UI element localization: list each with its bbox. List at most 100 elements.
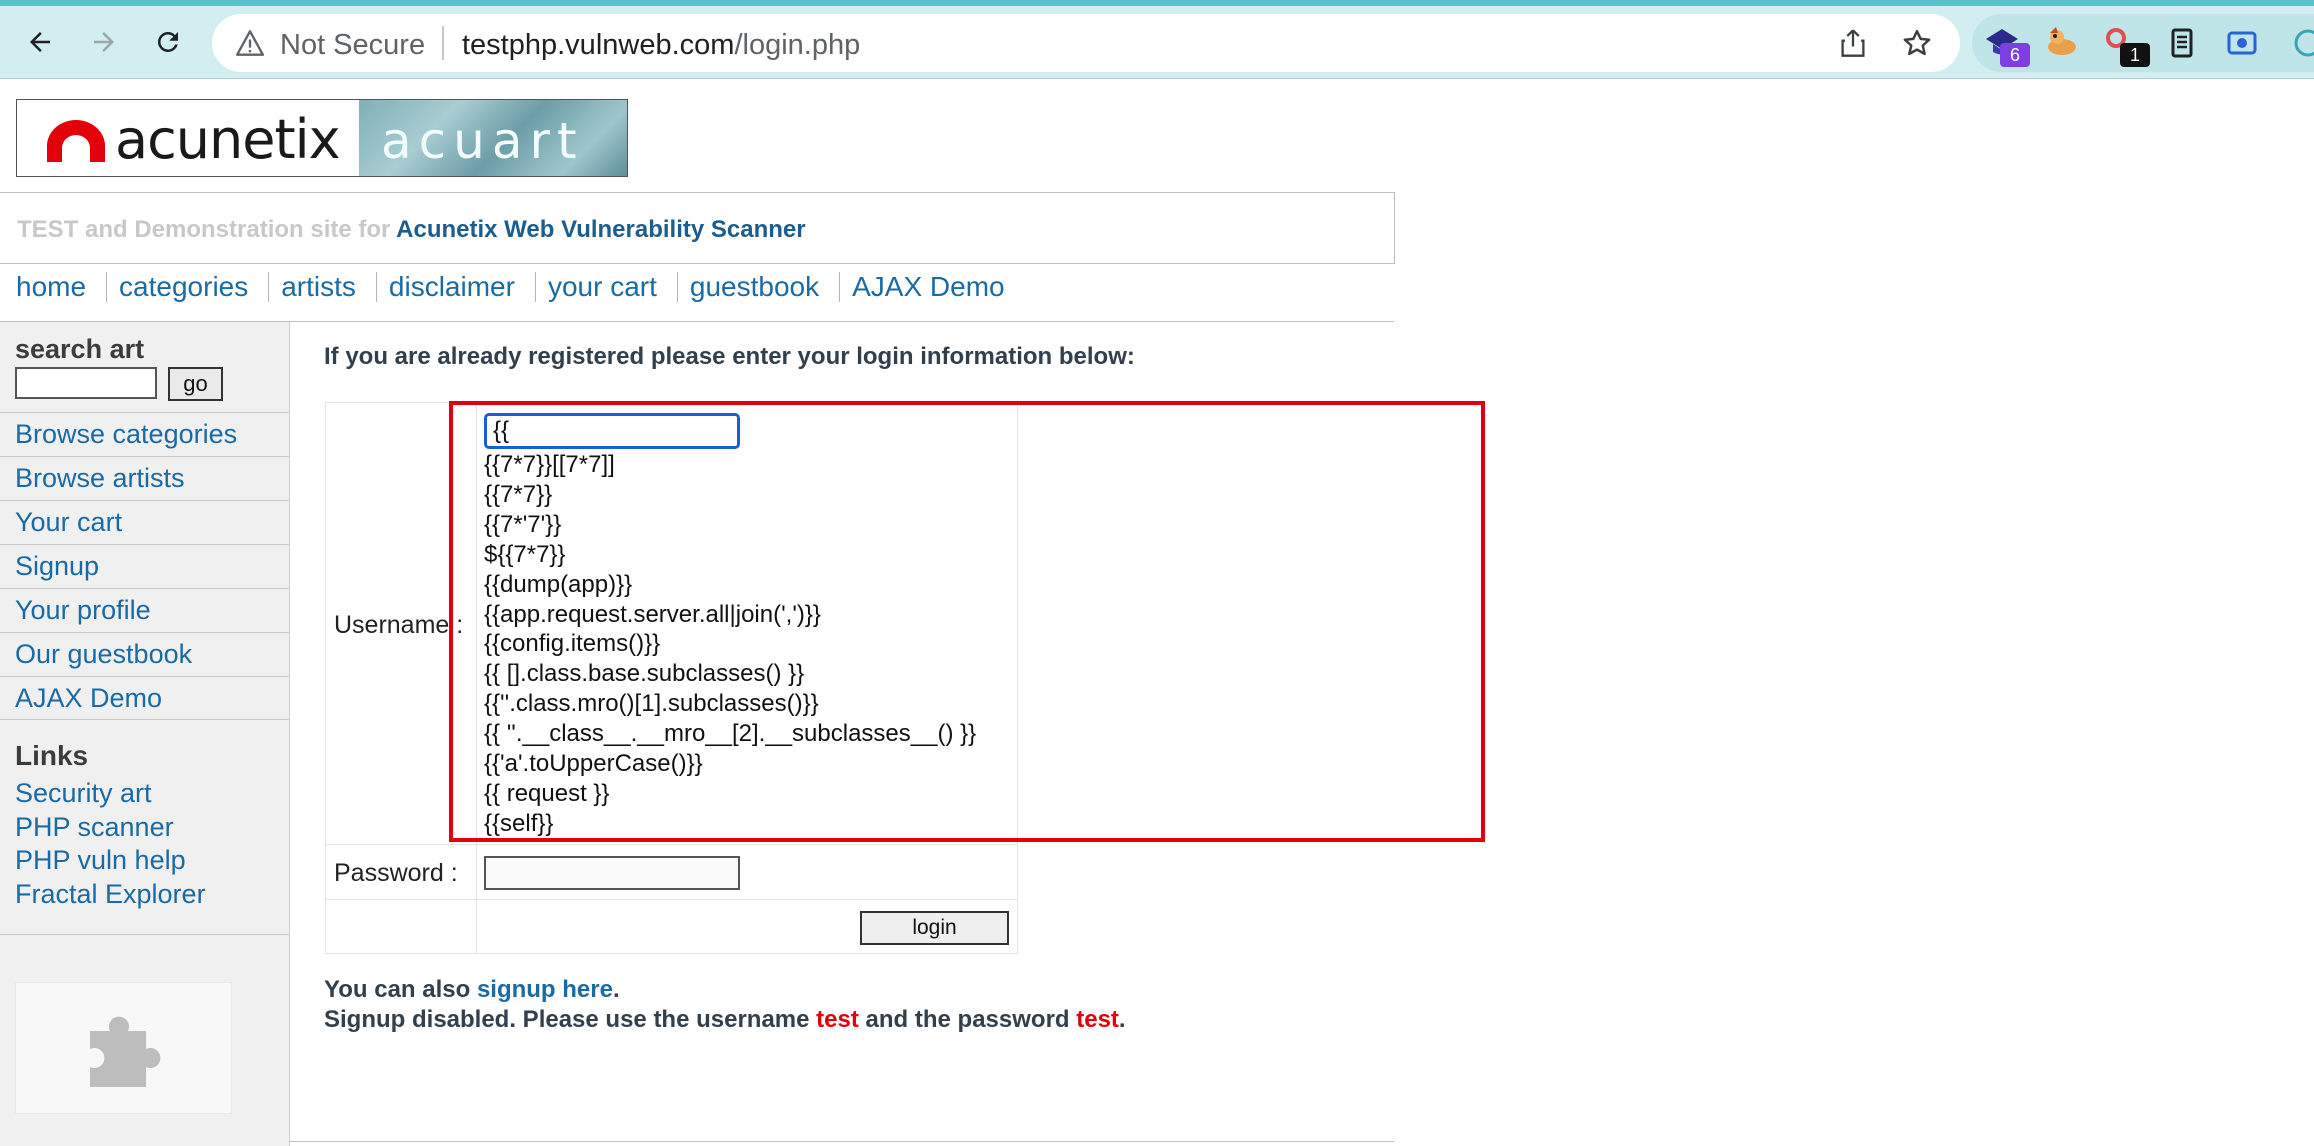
autocomplete-option[interactable]: {{'a'.toUpperCase()}} — [484, 749, 976, 779]
links-heading: Links — [15, 740, 89, 771]
nav-disclaimer[interactable]: disclaimer — [389, 271, 515, 303]
search-label: search art — [15, 334, 145, 364]
url-host: testphp.vulnweb.com — [462, 29, 735, 61]
tagline-bar: TEST and Demonstration site for Acunetix… — [0, 192, 1395, 264]
link-security-art[interactable]: Security art — [15, 777, 206, 811]
bookmark-star-icon[interactable] — [1898, 24, 1936, 62]
nav-separator — [375, 272, 377, 302]
nav-separator — [268, 272, 270, 302]
dragon-extension-icon[interactable] — [2042, 23, 2082, 63]
browser-toolbar: Not Secure testphp.vulnweb.com/login.php… — [0, 6, 2314, 79]
autocomplete-option[interactable]: {{self}} — [484, 809, 976, 839]
reload-button[interactable] — [146, 20, 190, 64]
acunetix-logo: acunetix — [17, 100, 359, 176]
search-input[interactable] — [15, 367, 157, 399]
url-path: /login.php — [734, 29, 861, 61]
autocomplete-option[interactable]: {{7*7}}[[7*7]] — [484, 450, 976, 480]
signup-line: You can also signup here. — [324, 976, 620, 1004]
login-button[interactable]: login — [860, 911, 1009, 945]
nav-separator — [534, 272, 536, 302]
links-list: Security art PHP scanner PHP vuln help F… — [15, 777, 206, 911]
autocomplete-option[interactable]: {{config.items()}} — [484, 629, 976, 659]
disabled-middle: and the password — [858, 1006, 1077, 1033]
footer-divider — [289, 1141, 1394, 1142]
signup-prefix: You can also — [324, 976, 477, 1003]
address-separator — [442, 26, 444, 60]
link-php-vuln-help[interactable]: PHP vuln help — [15, 844, 206, 878]
autocomplete-option[interactable]: {{app.request.server.all|join(',')}} — [484, 600, 976, 630]
reader-extension-icon[interactable] — [2162, 23, 2202, 63]
graduation-cap-extension-icon[interactable]: 6 — [1982, 23, 2030, 67]
partial-extension-icon[interactable] — [2288, 23, 2314, 63]
tagline-prefix: TEST and Demonstration site for — [17, 216, 397, 243]
nav-separator — [839, 272, 841, 302]
link-fractal-explorer[interactable]: Fractal Explorer — [15, 878, 206, 912]
autocomplete-option[interactable]: {{''.class.mro()[1].subclasses()}} — [484, 689, 976, 719]
sidebar-divider — [0, 934, 289, 935]
share-icon[interactable] — [1834, 24, 1872, 62]
autocomplete-option[interactable]: {{7*7}} — [484, 480, 976, 510]
autocomplete-option[interactable]: {{ request }} — [484, 779, 976, 809]
signup-suffix: . — [612, 976, 620, 1003]
username-input[interactable] — [484, 413, 740, 449]
back-button[interactable] — [18, 20, 62, 64]
nav-separator — [676, 272, 678, 302]
sidebar: search art go Browse categories Browse a… — [0, 322, 290, 1146]
nav-ajax-demo[interactable]: AJAX Demo — [852, 271, 1005, 303]
forward-arrow-icon — [94, 32, 114, 52]
password-input[interactable] — [484, 856, 740, 890]
form-row-divider — [326, 899, 1017, 900]
disabled-prefix: Signup disabled. Please use the username — [324, 1006, 817, 1033]
extension-badge: 1 — [2120, 43, 2150, 67]
sidebar-menu: Browse categories Browse artists Your ca… — [0, 412, 289, 720]
extension-badge: 6 — [2000, 43, 2030, 67]
nav-categories[interactable]: categories — [119, 271, 248, 303]
acuart-logo: acuart — [359, 100, 627, 176]
signup-link[interactable]: signup here — [477, 976, 613, 1003]
username-label: Username : — [334, 611, 464, 639]
nav-home[interactable]: home — [16, 271, 86, 303]
nav-artists[interactable]: artists — [281, 271, 356, 303]
sidebar-item-browse-artists[interactable]: Browse artists — [0, 456, 289, 500]
acunetix-logo-text: acunetix — [115, 108, 341, 171]
url-text[interactable]: testphp.vulnweb.com/login.php — [462, 29, 860, 62]
sidebar-item-our-guestbook[interactable]: Our guestbook — [0, 632, 289, 676]
extensions-area: 6 1 — [1972, 14, 2314, 72]
autocomplete-option[interactable]: ${{7*7}} — [484, 540, 976, 570]
acunetix-mark-icon — [47, 120, 105, 162]
nav-your-cart[interactable]: your cart — [548, 271, 657, 303]
site-logo[interactable]: acunetix acuart — [16, 99, 628, 177]
missing-plugin-placeholder — [15, 982, 232, 1114]
sidebar-item-browse-categories[interactable]: Browse categories — [0, 412, 289, 456]
sidebar-item-ajax-demo[interactable]: AJAX Demo — [0, 676, 289, 720]
address-bar[interactable]: Not Secure testphp.vulnweb.com/login.php — [212, 14, 1960, 72]
tagline-scanner-link[interactable]: Acunetix Web Vulnerability Scanner — [396, 216, 805, 243]
nav-guestbook[interactable]: guestbook — [690, 271, 819, 303]
puzzle-piece-icon — [90, 1016, 161, 1087]
sidebar-item-your-cart[interactable]: Your cart — [0, 500, 289, 544]
top-navigation: home categories artists disclaimer your … — [16, 267, 1005, 307]
key-extension-icon[interactable]: 1 — [2102, 23, 2150, 67]
link-php-scanner[interactable]: PHP scanner — [15, 811, 206, 845]
back-arrow-icon — [30, 32, 50, 52]
disabled-suffix: . — [1118, 1006, 1126, 1033]
autocomplete-option[interactable]: {{ [].class.base.subclasses() }} — [484, 659, 976, 689]
reload-icon — [158, 32, 178, 52]
test-password: test — [1076, 1006, 1119, 1033]
screen-record-extension-icon[interactable] — [2222, 23, 2262, 63]
autocomplete-option[interactable]: {{7*'7'}} — [484, 510, 976, 540]
autocomplete-option[interactable]: {{dump(app)}} — [484, 570, 976, 600]
tagline: TEST and Demonstration site for Acunetix… — [17, 216, 806, 244]
password-label: Password : — [334, 859, 458, 887]
nav-separator — [106, 272, 108, 302]
go-button[interactable]: go — [168, 367, 223, 401]
autocomplete-option[interactable]: {{ ''.__class__.__mro__[2].__subclasses_… — [484, 719, 976, 749]
test-username: test — [816, 1006, 859, 1033]
form-row-divider — [326, 844, 1017, 845]
sidebar-item-your-profile[interactable]: Your profile — [0, 588, 289, 632]
login-intro: If you are already registered please ent… — [324, 343, 1135, 370]
not-secure-label[interactable]: Not Secure — [280, 29, 425, 62]
sidebar-item-signup[interactable]: Signup — [0, 544, 289, 588]
forward-button[interactable] — [82, 20, 126, 64]
signup-disabled-line: Signup disabled. Please use the username… — [324, 1006, 1126, 1034]
